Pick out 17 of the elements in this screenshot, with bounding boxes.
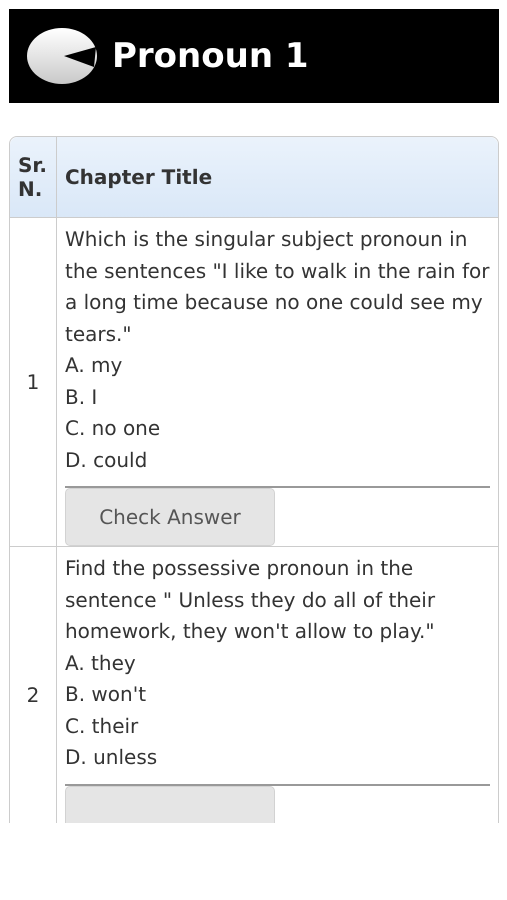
answer-option: C. their xyxy=(65,710,490,742)
answer-option: C. no one xyxy=(65,413,490,444)
question-text: Find the possessive pronoun in the sentence " Unless they do all of their homework, they won't allow to play." xyxy=(65,555,436,645)
answer-option: A. they xyxy=(65,648,490,679)
column-header: Sr. N. xyxy=(10,137,57,218)
row-number: 2 xyxy=(26,683,40,708)
column-header: Chapter Title xyxy=(57,137,498,218)
page-title: Pronoun 1 xyxy=(112,36,309,76)
answer-option: B. I xyxy=(65,382,490,413)
answer-option: D. unless xyxy=(65,742,490,774)
answer-option: A. my xyxy=(65,350,490,382)
check-answer-button[interactable]: Check Answer xyxy=(65,488,275,546)
back-icon[interactable] xyxy=(26,27,98,85)
answer-option: D. could xyxy=(65,444,490,476)
row-number: 1 xyxy=(26,370,40,394)
question-text: Which is the singular subject pronoun in the sentences "I like to walk in the rain for a long time because no one could see my tears." xyxy=(65,226,490,348)
answer-option: B. won't xyxy=(65,679,490,710)
